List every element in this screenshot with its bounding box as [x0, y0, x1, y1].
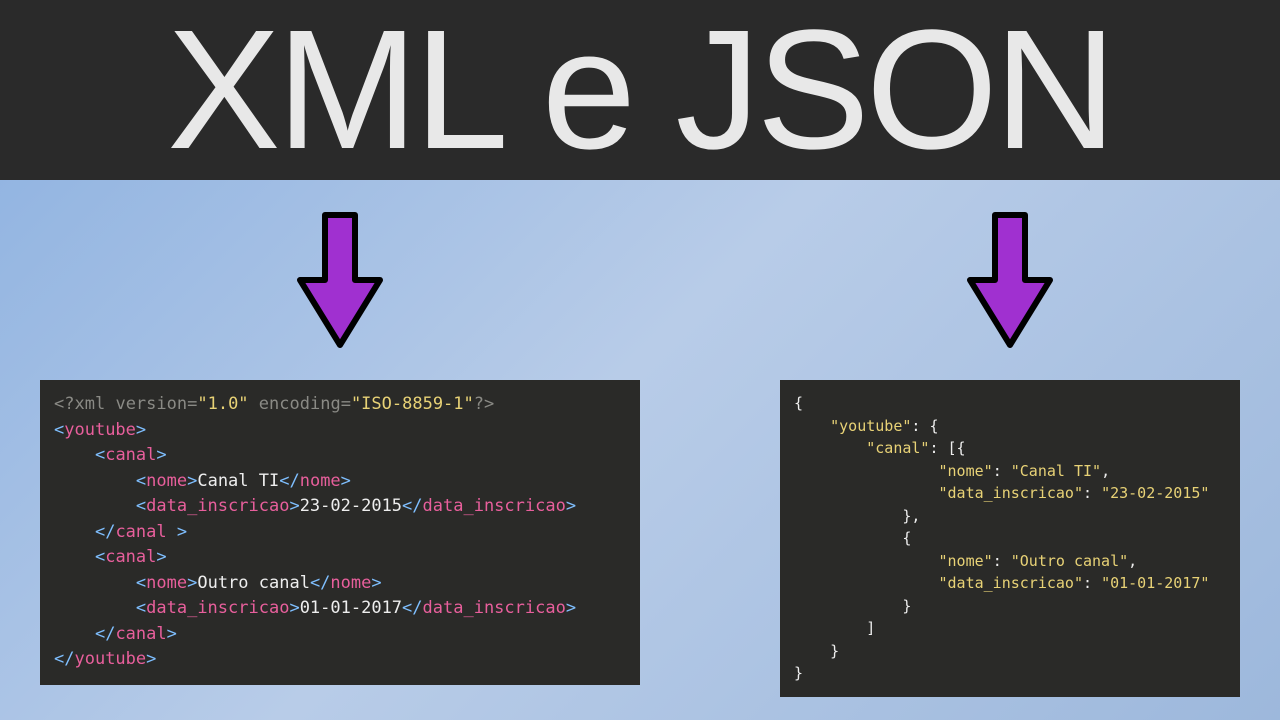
json-val-nome1: "Outro canal" — [1011, 552, 1128, 570]
content-area: <?xml version="1.0" encoding="ISO-8859-1… — [0, 180, 1280, 697]
xml-data1-val: 01-01-2017 — [300, 598, 402, 618]
xml-canal0-close: canal — [115, 522, 166, 542]
arrow-down-icon — [965, 210, 1055, 350]
xml-decl-ver-name: version — [115, 394, 187, 414]
xml-canal1-close: canal — [115, 624, 166, 644]
title-bar: XML e JSON — [0, 0, 1280, 180]
xml-decl-close: ?> — [474, 394, 494, 414]
json-key-nome0: "nome" — [939, 462, 993, 480]
json-val-nome0: "Canal TI" — [1011, 462, 1101, 480]
xml-decl-ver-val: "1.0" — [197, 394, 248, 414]
xml-decl-open: <? — [54, 394, 74, 414]
json-panel: { "youtube": { "canal": [{ "nome": "Cana… — [780, 210, 1240, 697]
xml-data1-open: data_inscricao — [146, 598, 289, 618]
page-title: XML e JSON — [167, 5, 1113, 175]
xml-data0-val: 23-02-2015 — [300, 496, 402, 516]
xml-nome0-close: nome — [300, 471, 341, 491]
xml-data0-open: data_inscricao — [146, 496, 289, 516]
xml-data0-close: data_inscricao — [423, 496, 566, 516]
xml-canal1-open: canal — [105, 547, 156, 567]
json-key-youtube: "youtube" — [830, 417, 911, 435]
json-key-data0: "data_inscricao" — [939, 484, 1084, 502]
xml-canal0-open: canal — [105, 445, 156, 465]
xml-nome1-open: nome — [146, 573, 187, 593]
xml-data1-close: data_inscricao — [423, 598, 566, 618]
xml-decl-name: xml — [74, 394, 105, 414]
xml-code-block: <?xml version="1.0" encoding="ISO-8859-1… — [40, 380, 640, 685]
xml-decl-enc-val: "ISO-8859-1" — [351, 394, 474, 414]
xml-panel: <?xml version="1.0" encoding="ISO-8859-1… — [40, 210, 640, 697]
xml-decl-enc-name: encoding — [259, 394, 341, 414]
xml-root-open: youtube — [64, 420, 136, 440]
json-val-data0: "23-02-2015" — [1101, 484, 1209, 502]
json-key-nome1: "nome" — [939, 552, 993, 570]
xml-nome0-open: nome — [146, 471, 187, 491]
json-key-data1: "data_inscricao" — [939, 574, 1084, 592]
json-key-canal: "canal" — [866, 439, 929, 457]
xml-nome0-val: Canal TI — [197, 471, 279, 491]
json-val-data1: "01-01-2017" — [1101, 574, 1209, 592]
xml-nome1-val: Outro canal — [197, 573, 310, 593]
xml-root-close: youtube — [74, 649, 146, 669]
json-code-block: { "youtube": { "canal": [{ "nome": "Cana… — [780, 380, 1240, 697]
xml-nome1-close: nome — [330, 573, 371, 593]
arrow-down-icon — [295, 210, 385, 350]
